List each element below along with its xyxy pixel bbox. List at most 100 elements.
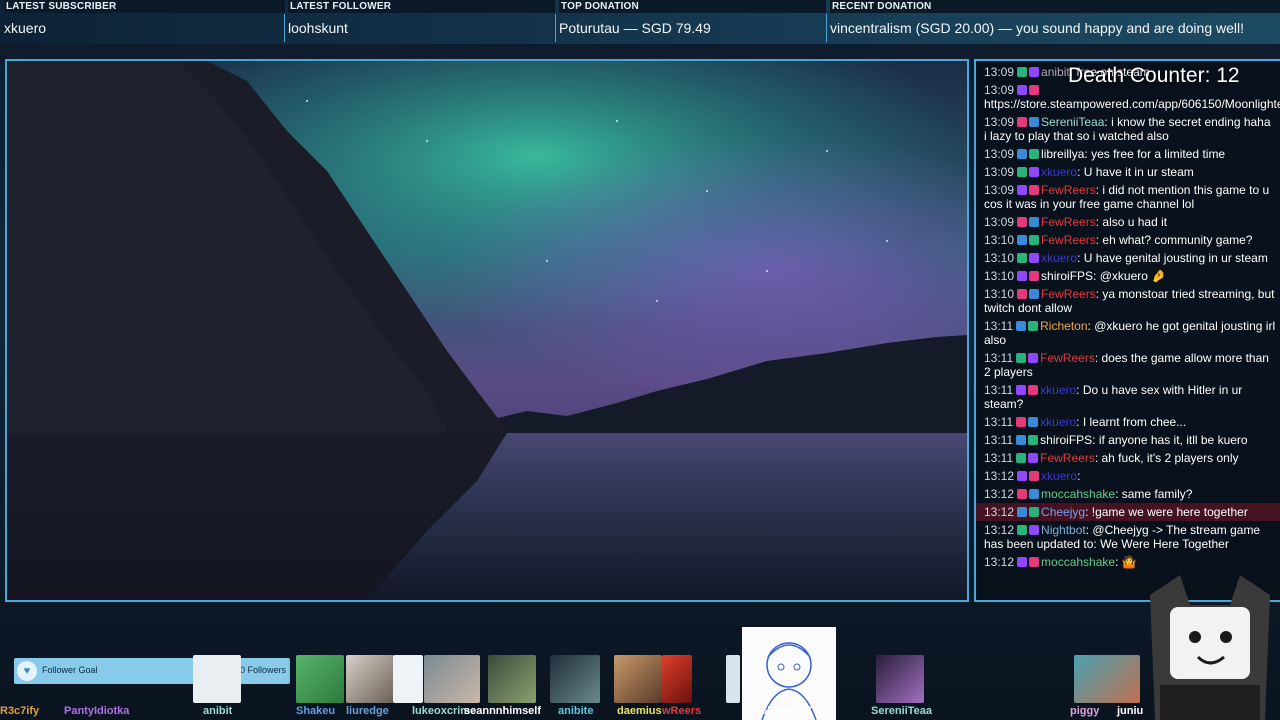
- chat-username[interactable]: FewReers: [1040, 451, 1095, 465]
- chat-badge-icon: [1029, 167, 1040, 177]
- chat-timestamp: 13:09: [984, 83, 1015, 97]
- chat-username[interactable]: Cheejyg: [1041, 505, 1085, 519]
- avatar: [1074, 655, 1140, 703]
- chat-badge-icon: [1017, 185, 1028, 195]
- chat-badge-icon: [1029, 67, 1040, 77]
- chat-message: 13:11 Richeton: @xkuero he got genital jo…: [976, 317, 1280, 349]
- viewer-name: ShakeuVT: [760, 705, 814, 717]
- chat-username[interactable]: FewReers: [1041, 215, 1096, 229]
- avatar: [393, 655, 423, 703]
- chat-badge-icon: [1029, 253, 1040, 263]
- latest-subscriber-value: xkuero: [4, 20, 47, 36]
- chat-timestamp: 13:10: [984, 251, 1015, 265]
- chat-username[interactable]: moccahshake: [1041, 487, 1115, 501]
- chat-timestamp: 13:09: [984, 65, 1015, 79]
- chat-separator: :: [1076, 383, 1083, 397]
- chat-badge-icon: [1017, 235, 1028, 245]
- chat-message: 13:12 Cheejyg: !game we were here togethe…: [976, 503, 1280, 521]
- chat-username[interactable]: Richeton: [1040, 319, 1087, 333]
- chat-text: U have genital jousting in ur steam: [1083, 251, 1268, 265]
- viewer-name: seannnhimself: [464, 705, 542, 717]
- viewer-name: anibit: [203, 705, 233, 717]
- chat-username[interactable]: xkuero: [1040, 415, 1076, 429]
- chat-text: eh what? community game?: [1102, 233, 1253, 247]
- chat-username[interactable]: FewReers: [1040, 351, 1095, 365]
- chat-timestamp: 13:10: [984, 233, 1015, 247]
- chat-text: same family?: [1121, 487, 1193, 501]
- chat-username[interactable]: shiroiFPS: [1040, 433, 1092, 447]
- recent-donation-label: RECENT DONATION: [830, 0, 1280, 13]
- chat-text: I learnt from chee...: [1082, 415, 1187, 429]
- chat-timestamp: 13:11: [984, 383, 1014, 397]
- chat-badge-icon: [1028, 417, 1039, 427]
- chat-username[interactable]: Nightbot: [1041, 523, 1086, 537]
- chat-badge-icon: [1029, 217, 1040, 227]
- chat-badge-icon: [1016, 385, 1027, 395]
- chat-message: 13:11 xkuero: I learnt from chee...: [976, 413, 1280, 431]
- chat-username[interactable]: xkuero: [1040, 383, 1076, 397]
- chat-badge-icon: [1028, 321, 1039, 331]
- chat-separator: :: [1093, 269, 1100, 283]
- chat-badge-icon: [1017, 271, 1028, 281]
- chat-username[interactable]: anibit: [1041, 65, 1070, 79]
- viewer-name: piggy: [1070, 705, 1100, 717]
- latest-follower-value: loohskunt: [288, 20, 348, 36]
- chat-separator: :: [1094, 451, 1102, 465]
- chat-badge-icon: [1029, 235, 1040, 245]
- top-donation-label: TOP DONATION: [559, 0, 826, 13]
- chat-timestamp: 13:09: [984, 165, 1015, 179]
- chat-separator: :: [1094, 351, 1102, 365]
- chat-badge-icon: [1016, 435, 1027, 445]
- avatar: [726, 655, 740, 703]
- chat-message: 13:10 shiroiFPS: @xkuero 🤌: [976, 267, 1280, 285]
- chat-badge-icon: [1017, 167, 1028, 177]
- viewer-name: SereniiTeaa: [871, 705, 932, 717]
- chat-username[interactable]: libreillya: [1041, 147, 1084, 161]
- chat-username[interactable]: SereniiTeaa: [1041, 115, 1104, 129]
- chat-separator: :: [1077, 469, 1081, 483]
- chat-text: ah fuck, it's 2 players only: [1101, 451, 1239, 465]
- chat-message: 13:11 shiroiFPS: if anyone has it, itll b…: [976, 431, 1280, 449]
- chat-timestamp: 13:11: [984, 415, 1014, 429]
- chat-separator: :: [1085, 505, 1092, 519]
- chat-username[interactable]: xkuero: [1041, 469, 1077, 483]
- chat-badge-icon: [1029, 489, 1040, 499]
- chat-message: 13:12 Nightbot: @Cheejyg -> The stream ga…: [976, 521, 1280, 553]
- chat-username[interactable]: xkuero: [1041, 251, 1077, 265]
- chat-username[interactable]: shiroiFPS: [1041, 269, 1093, 283]
- chat-username[interactable]: FewReers: [1041, 233, 1096, 247]
- mascot-character-image: [1140, 575, 1280, 720]
- game-capture-frame: [5, 59, 969, 602]
- chat-badge-icon: [1017, 489, 1028, 499]
- chat-message: 13:11 FewReers: ah fuck, it's 2 players o…: [976, 449, 1280, 467]
- chat-username[interactable]: FewReers: [1041, 183, 1096, 197]
- chat-panel: 13:09 anibit: free on steam 13:09https://s…: [974, 59, 1280, 602]
- top-donation: TOP DONATION Poturutau — SGD 79.49: [555, 0, 826, 44]
- chat-text: does the game allow more than 2 players: [984, 351, 1269, 379]
- chat-username[interactable]: FewReers: [1041, 287, 1096, 301]
- avatar: [488, 655, 536, 703]
- chat-message: 13:10 FewReers: ya monstoar tried streami…: [976, 285, 1280, 317]
- avatar: [296, 655, 344, 703]
- chat-message: 13:10 FewReers: eh what? community game?: [976, 231, 1280, 249]
- avatar: [550, 655, 600, 703]
- chat-badge-icon: [1017, 289, 1028, 299]
- chat-message: 13:11 FewReers: does the game allow more …: [976, 349, 1280, 381]
- recent-donation: RECENT DONATION vincentralism (SGD 20.00…: [826, 0, 1280, 44]
- chat-badge-icon: [1029, 149, 1040, 159]
- avatar: [346, 655, 394, 703]
- viewer-name: R3c7ify: [0, 705, 40, 717]
- death-counter: Death Counter: 12: [1068, 64, 1240, 87]
- chat-username[interactable]: xkuero: [1041, 165, 1077, 179]
- viewer-name: anibite: [558, 705, 594, 717]
- avatar: [614, 655, 662, 703]
- latest-subscriber: LATEST SUBSCRIBER xkuero: [0, 0, 285, 44]
- chat-message: 13:09 libreillya: yes free for a limited …: [976, 145, 1280, 163]
- chat-username[interactable]: moccahshake: [1041, 555, 1115, 569]
- chat-message: 13:09 SereniiTeaa: i know the secret endi…: [976, 113, 1280, 145]
- chat-badge-icon: [1016, 353, 1027, 363]
- chat-badge-icon: [1029, 271, 1040, 281]
- chat-badge-icon: [1029, 117, 1040, 127]
- avatar: [662, 655, 692, 703]
- chat-timestamp: 13:10: [984, 287, 1015, 301]
